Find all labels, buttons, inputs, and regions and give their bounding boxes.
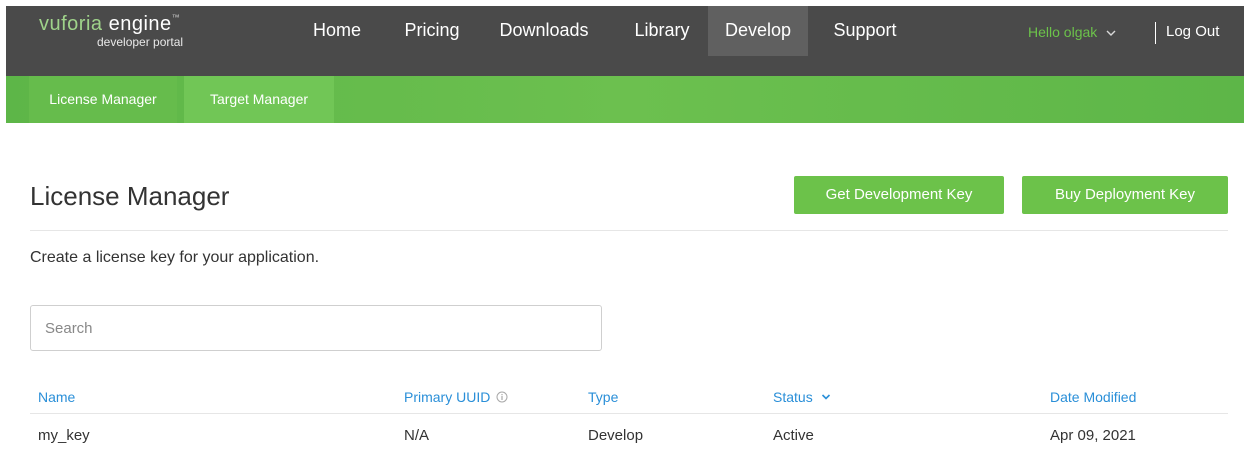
column-header-name[interactable]: Name [38,389,75,405]
tab-license-manager[interactable]: License Manager [29,76,177,123]
cell-primary-uuid: N/A [404,427,430,444]
nav-home[interactable]: Home [308,6,366,56]
get-development-key-button[interactable]: Get Development Key [794,176,1004,214]
nav-downloads[interactable]: Downloads [488,6,600,56]
column-header-date-modified[interactable]: Date Modified [1050,389,1136,405]
page-description: Create a license key for your applicatio… [30,249,320,266]
user-greeting: Hello olgak [1028,24,1098,40]
tab-target-manager[interactable]: Target Manager [184,76,334,123]
cell-name[interactable]: my_key [38,427,90,444]
top-navbar: vuforia engine™ developer portal Home Pr… [6,6,1244,76]
sub-navbar: License Manager Target Manager [6,76,1244,123]
vuforia-logo[interactable]: vuforia engine™ developer portal [39,13,239,53]
nav-develop[interactable]: Develop [708,6,808,56]
search-input[interactable] [30,305,602,351]
table-header-divider [30,413,1228,414]
column-header-primary-uuid[interactable]: Primary UUID [404,389,508,405]
column-header-status-label: Status [773,389,813,405]
nav-library[interactable]: Library [620,6,704,56]
cell-status: Active [773,427,814,444]
nav-pricing[interactable]: Pricing [394,6,470,56]
divider [30,230,1228,231]
chevron-down-icon [1106,30,1116,37]
column-header-primary-uuid-label: Primary UUID [404,389,491,405]
nav-support[interactable]: Support [818,6,912,56]
cell-type: Develop [588,427,644,444]
logo-subtitle: developer portal [97,35,184,49]
logo-wordmark: vuforia engine™ [39,13,181,35]
sort-chevron-down-icon [821,394,830,400]
page-title: License Manager [30,181,230,211]
buy-deployment-key-button[interactable]: Buy Deployment Key [1022,176,1228,214]
column-header-status[interactable]: Status [773,389,831,405]
column-header-type[interactable]: Type [588,389,618,405]
info-icon[interactable] [496,391,508,403]
logout-link[interactable]: Log Out [1166,6,1219,56]
cell-date-modified: Apr 09, 2021 [1050,427,1136,444]
user-menu[interactable]: Hello olgak [1028,6,1117,56]
header-divider [1155,22,1156,44]
